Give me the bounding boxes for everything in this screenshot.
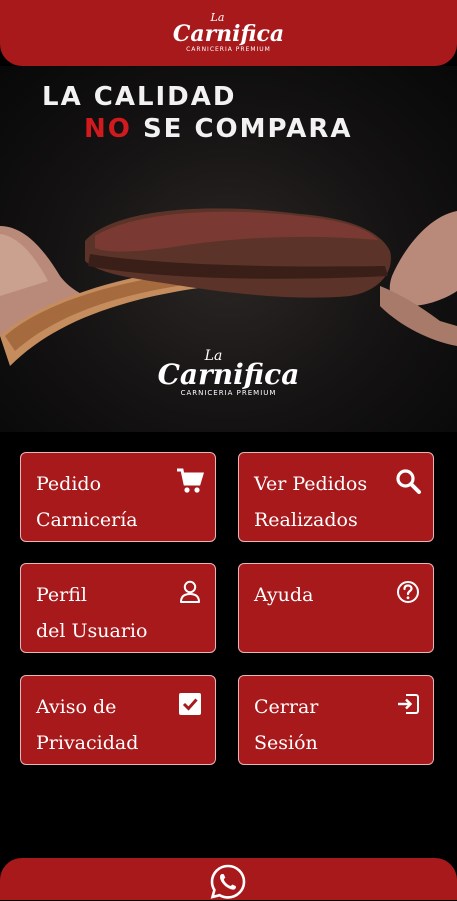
tile-label: Ayuda — [254, 577, 394, 613]
tile-label-line1: Aviso de — [36, 696, 117, 718]
whatsapp-icon[interactable] — [209, 863, 247, 901]
tile-label-line2: Realizados — [254, 509, 358, 531]
logo-name: Carnifica — [172, 20, 285, 47]
banner-headline-line2: NO SE COMPARA — [84, 114, 352, 144]
meat-photo — [0, 208, 457, 366]
tile-pedido-carniceria[interactable]: Pedido Carnicería — [20, 452, 216, 542]
promo-banner: LA CALIDAD NO SE COMPARA La Carnifica CA… — [0, 66, 457, 432]
tile-aviso-privacidad[interactable]: Aviso de Privacidad — [20, 675, 216, 765]
tile-label-line1: Ayuda — [254, 584, 314, 606]
cart-icon — [176, 467, 204, 495]
logo-tagline: CARNICERIA PREMIUM — [186, 45, 271, 53]
tile-label-line1: Pedido — [36, 473, 102, 495]
app-header: La Carnifica CARNICERIA PREMIUM — [0, 0, 457, 66]
banner-headline-line1: LA CALIDAD — [42, 82, 237, 112]
checkbox-checked-icon — [176, 690, 204, 718]
banner-logo: La Carnifica CARNICERIA PREMIUM — [0, 349, 457, 398]
banner-logo-tagline: CARNICERIA PREMIUM — [180, 389, 277, 397]
help-circle-icon — [394, 578, 422, 606]
tile-ayuda[interactable]: Ayuda — [238, 563, 434, 653]
tile-label-line2: Sesión — [254, 732, 318, 754]
footer-bar — [0, 858, 457, 900]
tile-label: Pedido Carnicería — [36, 466, 176, 538]
tile-label-line2: Privacidad — [36, 732, 139, 754]
tile-label-line2: Carnicería — [36, 509, 138, 531]
tile-label-line2: del Usuario — [36, 620, 148, 642]
tile-cerrar-sesion[interactable]: Cerrar Sesión — [238, 675, 434, 765]
user-icon — [176, 578, 204, 606]
tile-perfil-usuario[interactable]: Perfil del Usuario — [20, 563, 216, 653]
sign-out-icon — [394, 690, 422, 718]
brand-logo: La Carnifica CARNICERIA PREMIUM — [172, 12, 285, 54]
tile-label: Ver Pedidos Realizados — [254, 466, 394, 538]
search-icon — [394, 467, 422, 495]
tile-label-line1: Cerrar — [254, 696, 319, 718]
tile-ver-pedidos[interactable]: Ver Pedidos Realizados — [238, 452, 434, 542]
tile-label-line1: Perfil — [36, 584, 88, 606]
banner-headline-rest: SE COMPARA — [142, 114, 353, 144]
tile-label-line1: Ver Pedidos — [254, 473, 368, 495]
banner-logo-name: Carnifica — [157, 358, 300, 391]
tile-label: Aviso de Privacidad — [36, 689, 176, 761]
tile-label: Perfil del Usuario — [36, 577, 176, 649]
tile-label: Cerrar Sesión — [254, 689, 394, 761]
banner-headline-no: NO — [84, 114, 132, 144]
